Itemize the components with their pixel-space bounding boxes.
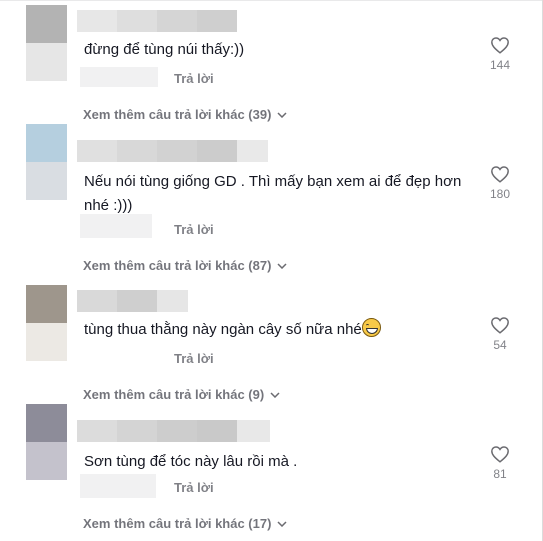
like-count: 54 (493, 338, 507, 352)
comment-date-blurred (80, 67, 158, 87)
view-more-replies-label: Xem thêm câu trả lời khác (17) (83, 516, 272, 531)
view-more-replies[interactable]: Xem thêm câu trả lời khác (17) (83, 516, 287, 531)
comment-text: Sơn tùng để tóc này lâu rồi mà . (84, 453, 298, 470)
avatar[interactable] (26, 124, 67, 200)
like-count: 81 (493, 467, 507, 481)
username-blurred[interactable] (77, 290, 188, 312)
view-more-replies-label: Xem thêm câu trả lời khác (87) (83, 258, 272, 273)
comment-date-blurred (80, 474, 156, 498)
like-count: 144 (489, 58, 511, 72)
view-more-replies-label: Xem thêm câu trả lời khác (39) (83, 107, 272, 122)
heart-icon (491, 166, 509, 183)
reply-button[interactable]: Trả lời (174, 71, 214, 86)
reply-button[interactable]: Trả lời (174, 351, 214, 366)
reply-button[interactable]: Trả lời (174, 480, 214, 495)
chevron-down-icon (277, 111, 287, 118)
comment-text-content: tùng thua thằng này ngàn cây số nữa nhé (84, 321, 362, 338)
top-divider (0, 0, 543, 1)
comment-text: Nếu nói tùng giống GD . Thì mấy bạn xem … (84, 173, 462, 214)
like-button[interactable]: 180 (484, 165, 516, 201)
username-blurred[interactable] (77, 10, 237, 32)
chevron-down-icon (277, 262, 287, 269)
comment-text: tùng thua thằng này ngàn cây số nữa nhé (84, 318, 381, 342)
avatar[interactable] (26, 404, 67, 480)
avatar[interactable] (26, 5, 67, 81)
reply-button[interactable]: Trả lời (174, 222, 214, 237)
heart-icon (491, 446, 509, 463)
username-blurred[interactable] (77, 420, 270, 442)
view-more-replies[interactable]: Xem thêm câu trả lời khác (9) (83, 387, 280, 402)
chevron-down-icon (270, 391, 280, 398)
heart-icon (491, 317, 509, 334)
username-blurred[interactable] (77, 140, 268, 162)
like-count: 180 (489, 187, 511, 201)
view-more-replies[interactable]: Xem thêm câu trả lời khác (87) (83, 258, 287, 273)
like-button[interactable]: 81 (484, 445, 516, 481)
heart-icon (491, 37, 509, 54)
comment-date-blurred (80, 214, 152, 238)
view-more-replies-label: Xem thêm câu trả lời khác (9) (83, 387, 265, 402)
comment-text: đừng để tùng núi thấy:)) (84, 41, 245, 58)
chevron-down-icon (277, 520, 287, 527)
view-more-replies[interactable]: Xem thêm câu trả lời khác (39) (83, 107, 287, 122)
like-button[interactable]: 54 (484, 316, 516, 352)
avatar[interactable] (26, 285, 67, 361)
like-button[interactable]: 144 (484, 36, 516, 72)
grinning-sweat-emoji (361, 318, 381, 337)
